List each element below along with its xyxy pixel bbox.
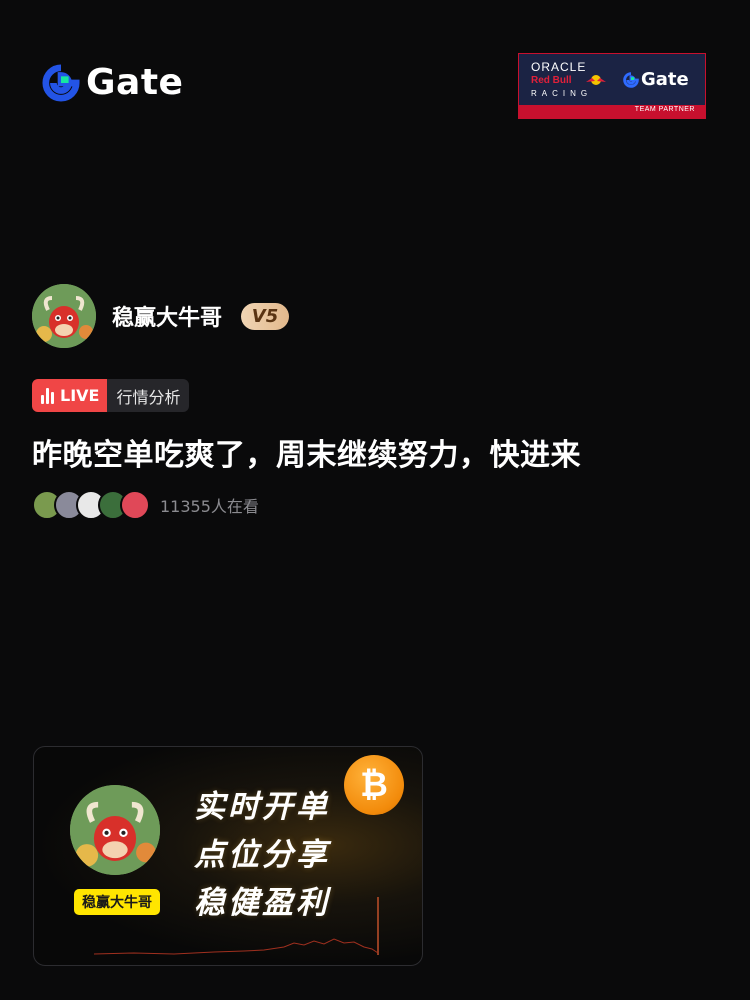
partner-racing-text: RACING [531,89,593,98]
viewer-count: 11355人在看 [160,497,259,516]
gate-logo-text: Gate [86,62,184,103]
partner-badge: ORACLE Red Bull RACING Gate TEAM PARTNER [518,53,706,119]
host-name[interactable]: 稳赢大牛哥 [112,300,222,332]
red-bull-icon [586,75,606,85]
stream-category: 行情分析 [107,379,190,412]
live-bars-icon [41,387,54,404]
bull-avatar-icon [32,284,96,348]
partner-tagline: TEAM PARTNER [634,106,695,113]
level-badge: V5 [241,303,289,330]
promo-host-avatar [70,785,160,875]
promo-line: 实时开单 [194,789,330,825]
partner-gate-text: Gate [641,69,689,90]
gate-logo-small-icon [623,71,639,88]
price-sparkline-decoration [94,897,379,955]
viewer-avatar [120,490,150,520]
partner-gate-logo: Gate [623,69,689,90]
bull-avatar-icon [70,785,160,875]
bitcoin-icon: ₿ [344,755,404,815]
stream-title: 昨晚空单吃爽了，周末继续努力，快进来 [32,438,581,473]
gate-logo: Gate [42,62,183,103]
promo-line: 点位分享 [194,837,330,873]
partner-oracle-text: ORACLE [531,60,587,74]
live-tag: LIVE 行情分析 [32,379,190,412]
gate-logo-icon [42,63,80,101]
live-label: LIVE [60,386,100,405]
host-avatar[interactable] [32,284,96,348]
live-badge: LIVE [32,379,108,412]
partner-redbull-text: Red Bull [531,75,572,86]
promo-card[interactable]: 稳赢大牛哥 实时开单 点位分享 稳健盈利 ₿ [33,746,423,966]
viewers-row: 11355人在看 [32,490,259,520]
partner-strip: TEAM PARTNER [519,105,705,118]
